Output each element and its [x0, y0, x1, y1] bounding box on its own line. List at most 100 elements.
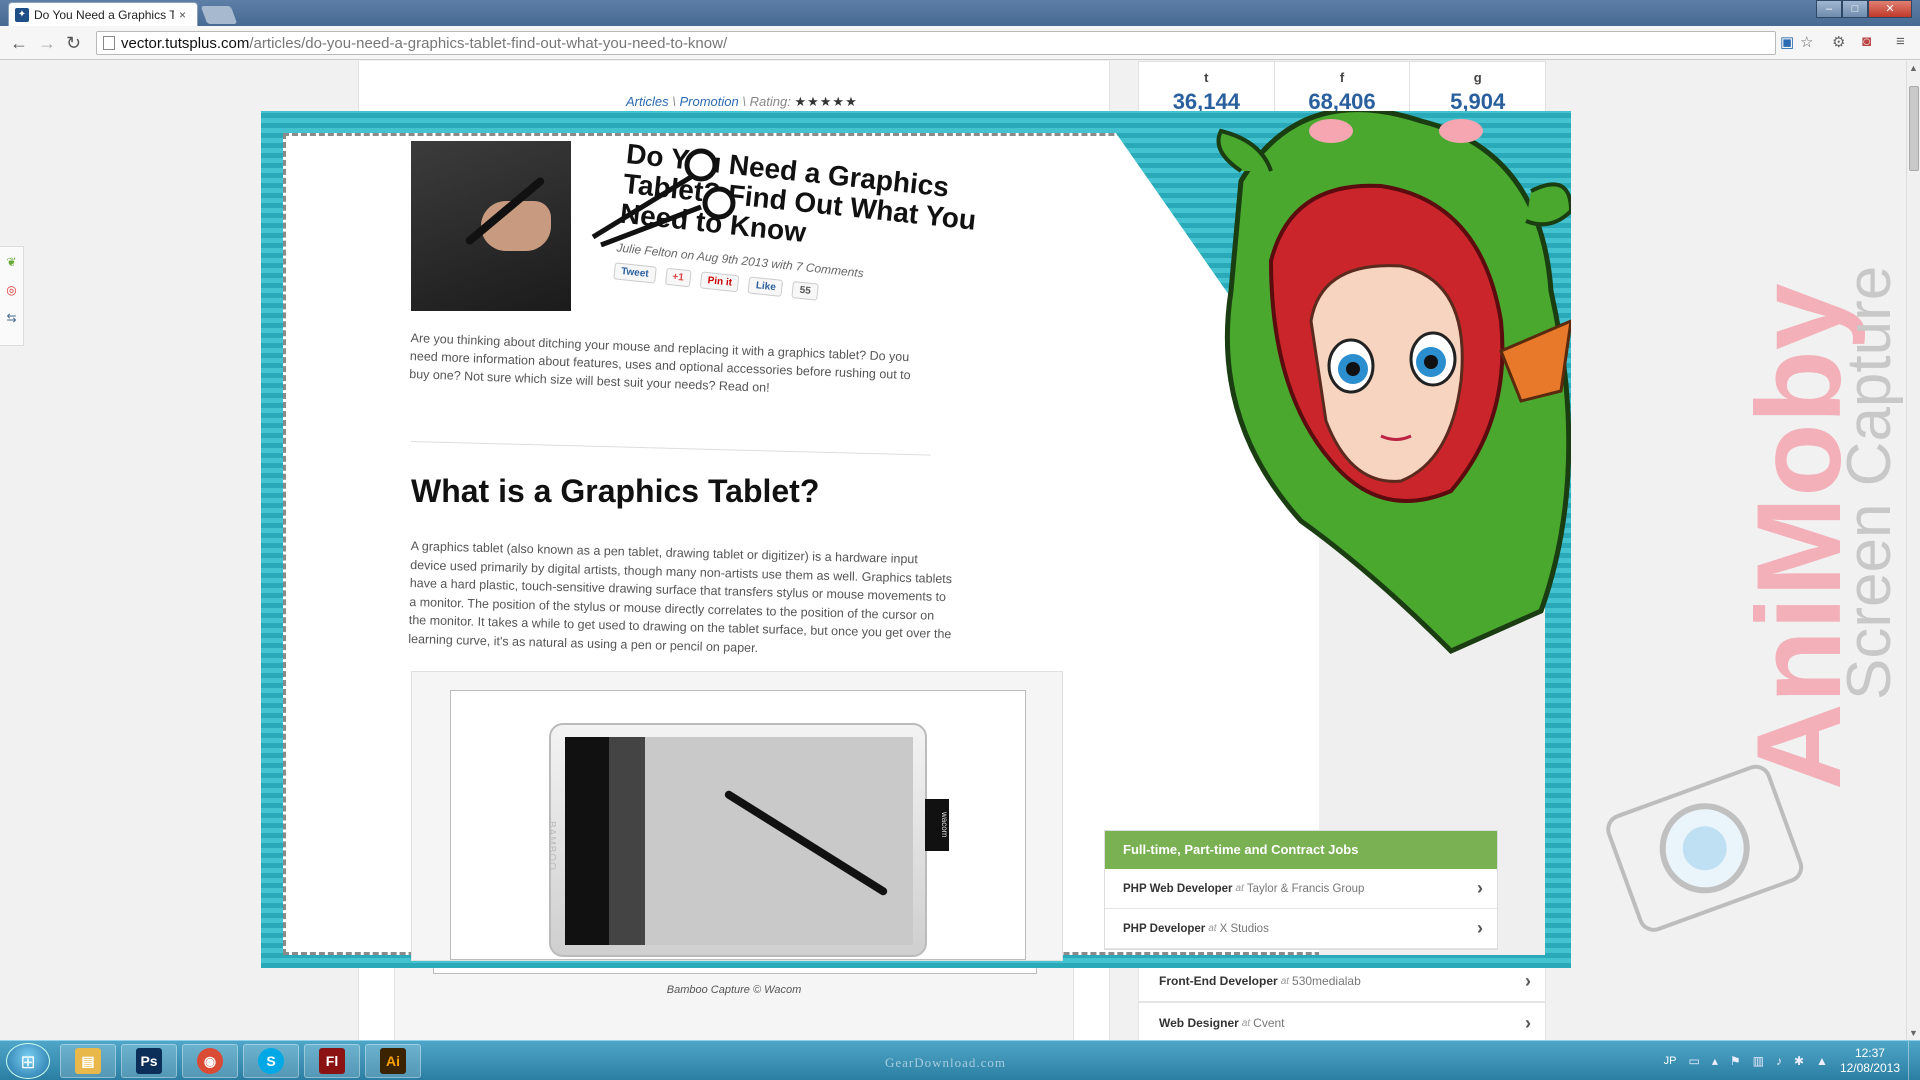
- job-company: Cvent: [1253, 1016, 1285, 1030]
- social-counts: t 36,144 f 68,406 g 5,904: [1138, 61, 1546, 114]
- tutsplus-favicon-icon: ✦: [15, 7, 29, 22]
- chevron-right-icon: ›: [1525, 970, 1531, 991]
- close-window-button[interactable]: ✕: [1868, 0, 1912, 18]
- chrome-menu-icon[interactable]: ≡: [1896, 33, 1905, 50]
- clock[interactable]: 12:37 12/08/2013: [1840, 1046, 1900, 1076]
- forward-arrow-icon[interactable]: →: [38, 33, 56, 54]
- googleplus-icon: g: [1473, 70, 1482, 85]
- bluetooth-icon[interactable]: ✱: [1794, 1054, 1804, 1068]
- facebook-count-cell[interactable]: f 68,406: [1275, 62, 1411, 114]
- job-row[interactable]: PHP Web Developer at Taylor & Francis Gr…: [1105, 869, 1497, 909]
- tab-title: Do You Need a Graphics T: [34, 7, 174, 22]
- tray-expand-icon[interactable]: ▴: [1712, 1054, 1718, 1068]
- like-count: 55: [791, 281, 819, 301]
- volume-icon[interactable]: ♪: [1776, 1054, 1782, 1068]
- scroll-down-icon[interactable]: ▼: [1909, 1028, 1918, 1038]
- taskbar-skype[interactable]: S: [243, 1044, 299, 1078]
- new-tab-button[interactable]: [200, 6, 238, 24]
- job-at: at: [1208, 923, 1217, 934]
- job-row[interactable]: Web Designer at Cvent ›: [1138, 1002, 1546, 1040]
- extension-gear-icon[interactable]: ⚙: [1832, 33, 1845, 51]
- scroll-up-icon[interactable]: ▲: [1909, 63, 1918, 73]
- tablet-wacom-tab: wacom: [925, 799, 949, 851]
- section-paragraph: A graphics tablet (also known as a pen t…: [408, 538, 953, 655]
- bookmark-star-icon[interactable]: ☆: [1800, 33, 1813, 51]
- breadcrumb: Articles \ Promotion \ Rating: ★★★★★: [626, 94, 858, 110]
- breadcrumb-promotion-link[interactable]: Promotion: [680, 94, 739, 109]
- page-icon: [103, 36, 115, 50]
- job-row[interactable]: PHP Developer at X Studios ›: [1105, 909, 1497, 949]
- translate-icon[interactable]: ⇆: [6, 311, 16, 325]
- windows-taskbar: ⊞ ▤ Ps ◉ S Fl Ai GearDownload.com JP ▭ ▴…: [0, 1040, 1920, 1080]
- browser-titlebar: ✦ Do You Need a Graphics T × – □ ✕: [0, 0, 1920, 26]
- camera-icon: [1606, 764, 1804, 932]
- illustrator-icon: Ai: [380, 1048, 406, 1074]
- dragon-hood-mascot-illustration: [1216, 111, 1571, 654]
- extension-icon[interactable]: ▣: [1780, 33, 1794, 51]
- twitter-count-cell[interactable]: t 36,144: [1139, 62, 1275, 114]
- show-desktop-button[interactable]: [1908, 1041, 1920, 1080]
- job-company: Taylor & Francis Group: [1246, 882, 1365, 895]
- clock-date: 12/08/2013: [1839, 1061, 1900, 1075]
- jobs-widget: Full-time, Part-time and Contract Jobs P…: [1104, 830, 1498, 950]
- tab-close-icon[interactable]: ×: [179, 8, 186, 22]
- job-company: 530medialab: [1292, 974, 1361, 988]
- drive-icon[interactable]: ▲: [1816, 1054, 1828, 1068]
- job-title: Web Designer: [1159, 1016, 1239, 1030]
- maximize-button[interactable]: □: [1842, 0, 1868, 18]
- url-path: /articles/do-you-need-a-graphics-tablet-…: [249, 34, 728, 52]
- rating-label: Rating:: [749, 94, 791, 109]
- job-title: PHP Web Developer: [1123, 882, 1233, 895]
- taskbar-flash[interactable]: Fl: [304, 1044, 360, 1078]
- facebook-like-button[interactable]: Like: [747, 276, 784, 297]
- tablet-brand: BAMBOO: [546, 821, 557, 871]
- job-at: at: [1280, 975, 1290, 987]
- reload-icon[interactable]: ↻: [66, 33, 81, 54]
- evernote-leaf-icon[interactable]: ❦: [6, 255, 16, 269]
- job-at: at: [1241, 1017, 1251, 1029]
- chrome-icon: ◉: [197, 1048, 223, 1074]
- flag-icon[interactable]: ⚑: [1730, 1054, 1741, 1068]
- scissors-icon: [591, 148, 736, 247]
- googleplus-count-cell[interactable]: g 5,904: [1410, 62, 1545, 114]
- gplus-button[interactable]: +1: [664, 267, 692, 288]
- minimize-button[interactable]: –: [1816, 0, 1842, 18]
- url-host: vector.tutsplus.com: [121, 34, 250, 52]
- job-title: Front-End Developer: [1159, 974, 1278, 988]
- browser-tab-active[interactable]: ✦ Do You Need a Graphics T ×: [8, 2, 198, 26]
- taskbar-chrome[interactable]: ◉: [182, 1044, 238, 1078]
- animoby-brand: AniMoby Screen Capture: [1606, 266, 1904, 932]
- article-thumbnail: [411, 141, 571, 311]
- browser-toolbar: ← → ↻ vector.tutsplus.com /articles/do-y…: [0, 26, 1920, 60]
- twitter-icon: t: [1204, 70, 1209, 85]
- breadcrumb-separator: \: [672, 94, 676, 109]
- job-company: X Studios: [1219, 922, 1269, 935]
- back-arrow-icon[interactable]: ←: [10, 33, 28, 54]
- scrollbar-thumb[interactable]: [1909, 86, 1919, 171]
- keyboard-icon[interactable]: ▭: [1689, 1054, 1700, 1068]
- lifebuoy-icon[interactable]: ◎: [6, 283, 16, 297]
- screen-capture-extension-icon[interactable]: ◙: [1862, 33, 1871, 50]
- clock-time: 12:37: [1854, 1046, 1885, 1060]
- facebook-icon: f: [1339, 70, 1345, 85]
- job-title: PHP Developer: [1123, 922, 1206, 935]
- start-button-icon[interactable]: ⊞: [6, 1043, 50, 1079]
- tablet-figure: BAMBOO wacom: [411, 671, 1063, 961]
- language-indicator[interactable]: JP: [1664, 1055, 1677, 1067]
- photoshop-icon: Ps: [136, 1048, 162, 1074]
- bamboo-tablet-image: BAMBOO: [546, 723, 927, 957]
- breadcrumb-articles-link[interactable]: Articles: [626, 94, 669, 109]
- figure-frame: BAMBOO wacom: [450, 690, 1026, 960]
- folder-icon: ▤: [75, 1048, 101, 1074]
- taskbar-illustrator[interactable]: Ai: [365, 1044, 421, 1078]
- rating-stars: ★★★★★: [794, 94, 858, 109]
- system-tray: JP ▭ ▴ ⚑ ▥ ♪ ✱ ▲ 12:37 12/08/2013: [1664, 1041, 1900, 1080]
- network-icon[interactable]: ▥: [1753, 1054, 1764, 1068]
- jobs-heading: Full-time, Part-time and Contract Jobs: [1105, 831, 1497, 869]
- window-controls: – □ ✕: [1816, 0, 1912, 18]
- figure-caption: Bamboo Capture © Wacom: [666, 984, 802, 996]
- address-bar[interactable]: vector.tutsplus.com /articles/do-you-nee…: [96, 31, 1776, 55]
- taskbar-explorer[interactable]: ▤: [60, 1044, 116, 1078]
- section-heading: What is a Graphics Tablet?: [411, 473, 820, 509]
- taskbar-photoshop[interactable]: Ps: [121, 1044, 177, 1078]
